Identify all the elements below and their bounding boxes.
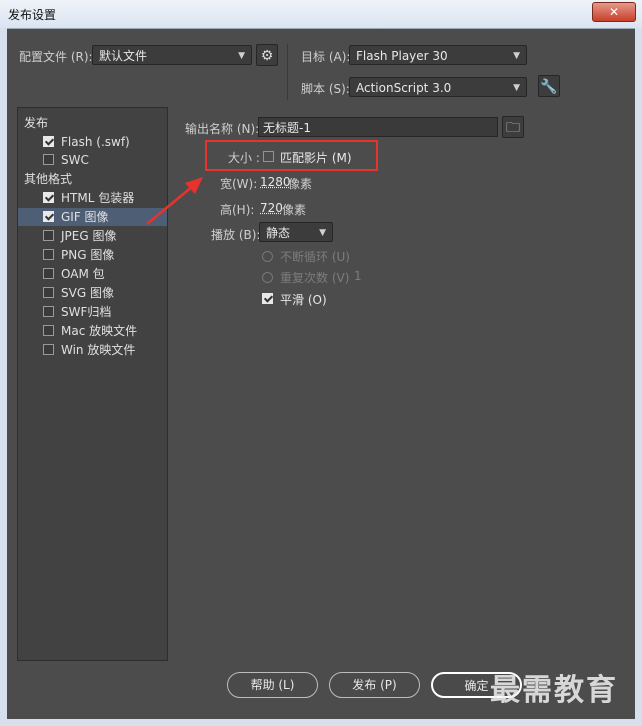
annotation-arrow	[146, 177, 203, 225]
playback-value: 静态	[266, 226, 291, 240]
repeat-radio[interactable]	[262, 272, 273, 283]
chevron-down-icon: ▼	[319, 228, 326, 238]
height-unit: 像素	[282, 203, 307, 217]
playback-label: 播放 (B):	[211, 228, 261, 242]
loop-label: 不断循环 (U)	[280, 250, 350, 264]
loop-radio[interactable]	[262, 251, 273, 262]
smooth-label: 平滑 (O)	[280, 293, 327, 307]
height-value[interactable]: 720	[260, 201, 283, 215]
playback-dropdown[interactable]: 静态 ▼	[259, 222, 333, 242]
publish-settings-dialog: 发布设置 ✕ 配置文件 (R): 默认文件 ▼ ⚙ 目标 (A): Flash …	[0, 0, 642, 726]
repeat-label: 重复次数 (V)	[280, 271, 350, 285]
repeat-count[interactable]: 1	[354, 269, 362, 283]
width-label: 宽(W):	[220, 177, 258, 191]
smooth-checkbox[interactable]	[262, 293, 273, 304]
width-unit: 像素	[288, 177, 313, 191]
height-label: 高(H):	[220, 203, 255, 217]
watermark-logo: 最需教育	[490, 673, 618, 708]
publish-button[interactable]: 发布 (P)	[329, 672, 420, 698]
width-value[interactable]: 1280	[260, 175, 291, 189]
help-button[interactable]: 帮助 (L)	[227, 672, 318, 698]
